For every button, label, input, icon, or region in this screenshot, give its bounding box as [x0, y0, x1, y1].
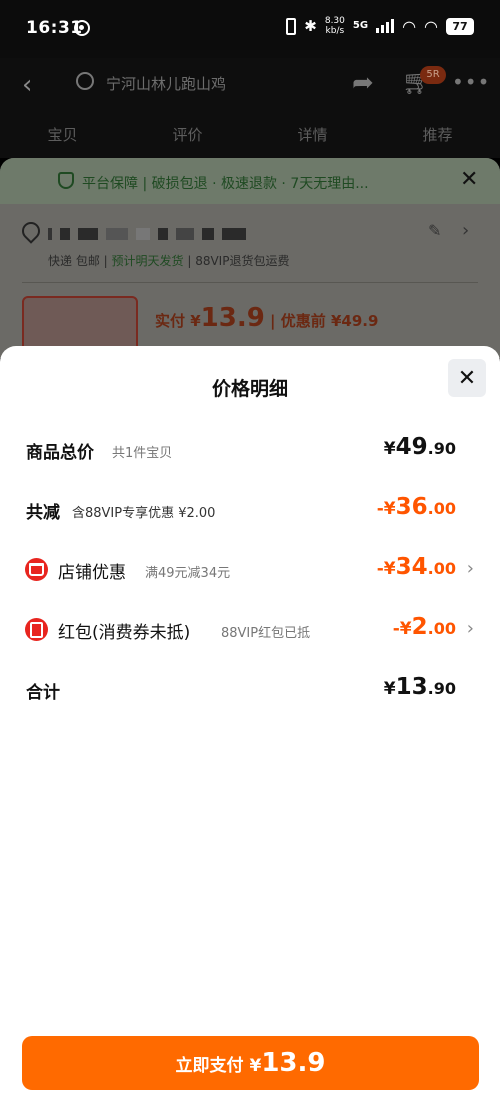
shield-icon: [58, 172, 74, 189]
row-total-discount: 共减 含88VIP专享优惠 ¥2.00 -¥36.00: [0, 490, 500, 530]
network-speed-unit: kb/s: [325, 26, 345, 36]
chevron-right-icon: ›: [466, 558, 474, 579]
network-speed: 8.30 kb/s: [325, 16, 345, 36]
sum-label: 合计: [26, 683, 60, 703]
shop-discount-label: 店铺优惠: [58, 563, 126, 583]
chevron-right-icon[interactable]: ›: [462, 220, 469, 241]
chevron-right-icon: ›: [466, 618, 474, 639]
status-icons: ✱ 8.30 kb/s 5G ◠ ◠ 77: [286, 16, 474, 36]
vibrate-icon: [286, 17, 297, 35]
discount-sub: 含88VIP专享优惠 ¥2.00: [72, 506, 216, 521]
row-shop-discount[interactable]: 店铺优惠 满49元减34元 -¥34.00 ›: [0, 550, 500, 590]
address-redacted[interactable]: [48, 228, 298, 242]
close-button[interactable]: ✕: [448, 359, 486, 397]
close-icon: ✕: [457, 365, 477, 391]
tab-details[interactable]: 详情: [297, 124, 327, 145]
more-icon[interactable]: •••: [452, 70, 490, 94]
network-speed-value: 8.30: [324, 16, 345, 26]
price-details-modal: 价格明细 ✕ 商品总价 共1件宝贝 ¥49.90 共减 含88VIP专享优惠 ¥…: [0, 346, 500, 1111]
tab-reviews[interactable]: 评价: [172, 124, 202, 145]
discount-label: 共减: [26, 503, 60, 523]
status-bar: 16:31 ✱ 8.30 kb/s 5G ◠ ◠ 77: [0, 0, 500, 58]
row-red-packet[interactable]: 红包(消费券未抵) 88VIP红包已抵 -¥2.00 ›: [0, 610, 500, 650]
pay-now-button[interactable]: 立即支付 ¥13.9: [22, 1036, 479, 1090]
netease-music-icon: [74, 20, 90, 36]
bluetooth-icon: ✱: [304, 17, 317, 35]
red-packet-sub: 88VIP红包已抵: [221, 626, 311, 641]
guarantee-bar: 平台保障 | 破损包退 · 极速退款 · 7天无理由... ✕: [0, 158, 500, 204]
signal-icon: [376, 19, 395, 33]
shop-discount-sub: 满49元减34元: [145, 566, 231, 581]
sum-value: ¥13.90: [383, 674, 456, 700]
pay-now-amount: ¥13.9: [249, 1048, 326, 1078]
share-icon[interactable]: ➦: [352, 68, 374, 98]
red-packet-label: 红包(消费券未抵): [58, 623, 191, 643]
row-total-price: 商品总价 共1件宝贝 ¥49.90: [0, 430, 500, 470]
row-sum: 合计 ¥13.90: [0, 670, 500, 710]
order-sheet: 平台保障 | 破损包退 · 极速退款 · 7天无理由... ✕ ✎ › 快递 包…: [0, 158, 500, 366]
pay-now-label: 立即支付: [175, 1055, 244, 1076]
wifi-icon: ◠: [402, 16, 417, 36]
red-packet-value: -¥2.00: [392, 614, 456, 640]
red-packet-icon: [25, 618, 48, 641]
tab-recommend[interactable]: 推荐: [422, 124, 452, 145]
shipping-info: 快递 包邮 | 预计明天发货 | 88VIP退货包运费: [48, 254, 290, 268]
total-price-label: 商品总价: [26, 443, 94, 463]
cart-badge: 5R: [420, 66, 446, 84]
search-text[interactable]: 宁河山林儿跑山鸡: [106, 73, 226, 94]
discount-value: -¥36.00: [376, 494, 456, 520]
product-nav: ‹ 宁河山林儿跑山鸡 ➦ 🛒︎ 5R ••• 宝贝 评价 详情 推荐: [0, 58, 500, 158]
location-icon: [18, 218, 44, 244]
tab-item[interactable]: 宝贝: [47, 124, 77, 145]
actual-pay: 实付 ¥13.9 | 优惠前 ¥49.9: [155, 303, 379, 333]
signal-type: 5G: [352, 20, 369, 31]
total-price-value: ¥49.90: [383, 434, 456, 460]
background-page: ‹ 宁河山林儿跑山鸡 ➦ 🛒︎ 5R ••• 宝贝 评价 详情 推荐 平台保障 …: [0, 58, 500, 366]
shop-discount-value: -¥34.00: [376, 554, 456, 580]
sheet-close-icon[interactable]: ✕: [460, 167, 478, 192]
item-count: 共1件宝贝: [112, 446, 173, 461]
divider: [22, 282, 478, 283]
back-icon[interactable]: ‹: [22, 70, 32, 100]
wifi-icon-secondary: ◠: [424, 16, 438, 36]
battery-icon: 77: [446, 17, 474, 35]
search-icon: [76, 72, 94, 90]
guarantee-text: 平台保障 | 破损包退 · 极速退款 · 7天无理由...: [82, 176, 369, 192]
product-tabs: 宝贝 评价 详情 推荐: [0, 124, 500, 145]
edit-icon[interactable]: ✎: [428, 221, 441, 240]
shop-icon: [25, 558, 48, 581]
modal-title: 价格明细: [211, 378, 288, 400]
